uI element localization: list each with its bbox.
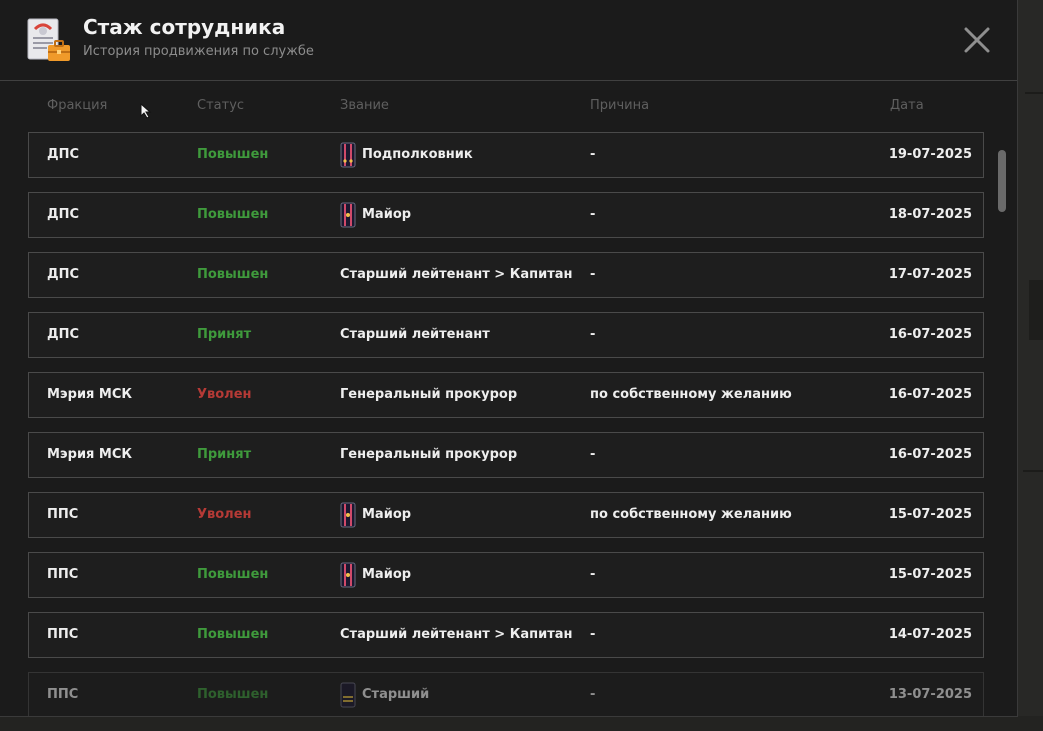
rank-label: Майор bbox=[362, 207, 412, 222]
status-cell: Повышен bbox=[197, 207, 269, 222]
table-row: ППС Повышен - 13-07-2025 Старший bbox=[28, 672, 984, 716]
rank-label: Старший bbox=[362, 687, 430, 702]
status-cell: Повышен bbox=[197, 627, 269, 642]
reason-cell: - bbox=[590, 267, 596, 282]
table-row: ДПС Повышен - 18-07-2025 Майор bbox=[28, 192, 984, 238]
window-subtitle: История продвижения по службе bbox=[83, 44, 314, 59]
status-cell: Уволен bbox=[197, 387, 252, 402]
table-row: ДПС Повышен - 19-07-2025 Подполковник bbox=[28, 132, 984, 178]
rank-label: Генеральный прокурор bbox=[340, 447, 518, 462]
rank-cell: Старший bbox=[340, 673, 430, 716]
backdrop-detail bbox=[1025, 92, 1043, 94]
rank-label: Старший лейтенант > Капитан bbox=[340, 627, 573, 642]
table-row: ППС Уволен по собственному желанию 15-07-20… bbox=[28, 492, 984, 538]
date-cell: 16-07-2025 bbox=[888, 387, 972, 402]
rank-label: Подполковник bbox=[362, 147, 473, 162]
reason-cell: - bbox=[590, 207, 596, 222]
shoulder-strap-icon bbox=[340, 202, 356, 228]
table-row: Мэрия МСК Уволен по собственному желанию 16… bbox=[28, 372, 984, 418]
date-cell: 15-07-2025 bbox=[888, 567, 972, 582]
rank-cell: Старший лейтенант bbox=[340, 313, 490, 357]
rank-label: Генеральный прокурор bbox=[340, 387, 518, 402]
faction-cell: ППС bbox=[47, 567, 79, 582]
reason-cell: - bbox=[590, 447, 596, 462]
rank-cell: Майор bbox=[340, 493, 411, 537]
table-row: ДПС Принят - 16-07-2025 Старший лейтенант bbox=[28, 312, 984, 358]
mouse-cursor-icon bbox=[140, 103, 152, 119]
window-header: Стаж сотрудника История продвижения по с… bbox=[0, 0, 1017, 81]
faction-cell: Мэрия МСК bbox=[47, 387, 133, 402]
table-row: ДПС Повышен - 17-07-2025 Старший лейтенант >… bbox=[28, 252, 984, 298]
backdrop-detail bbox=[1029, 280, 1043, 340]
table-row: ППС Повышен - 14-07-2025 Старший лейтенант >… bbox=[28, 612, 984, 658]
scrollbar-thumb[interactable] bbox=[998, 150, 1006, 212]
faction-cell: ППС bbox=[47, 627, 79, 642]
employee-tenure-window: Стаж сотрудника История продвижения по с… bbox=[0, 0, 1018, 717]
status-cell: Уволен bbox=[197, 507, 252, 522]
faction-cell: Мэрия МСК bbox=[47, 447, 133, 462]
status-cell: Повышен bbox=[197, 567, 269, 582]
backdrop-detail bbox=[1023, 470, 1043, 472]
shoulder-strap-icon bbox=[340, 502, 356, 528]
faction-cell: ДПС bbox=[47, 207, 79, 222]
status-cell: Повышен bbox=[197, 267, 269, 282]
date-cell: 18-07-2025 bbox=[888, 207, 972, 222]
faction-cell: ДПС bbox=[47, 327, 79, 342]
column-header-status: Статус bbox=[197, 98, 245, 113]
rank-label: Майор bbox=[362, 567, 412, 582]
rank-cell: Старший лейтенант > Капитан bbox=[340, 253, 573, 297]
faction-cell: ППС bbox=[47, 687, 79, 702]
close-icon[interactable] bbox=[962, 25, 992, 55]
reason-cell: по собственному желанию bbox=[590, 387, 792, 402]
column-header-faction: Фракция bbox=[47, 98, 108, 113]
window-title: Стаж сотрудника bbox=[83, 15, 286, 39]
reason-cell: - bbox=[590, 687, 596, 702]
date-cell: 14-07-2025 bbox=[888, 627, 972, 642]
document-briefcase-icon bbox=[27, 18, 70, 61]
shoulder-strap-icon bbox=[340, 142, 356, 168]
reason-cell: - bbox=[590, 627, 596, 642]
date-cell: 16-07-2025 bbox=[888, 327, 972, 342]
rank-label: Старший лейтенант > Капитан bbox=[340, 267, 573, 282]
rank-label: Майор bbox=[362, 507, 412, 522]
rank-cell: Генеральный прокурор bbox=[340, 433, 517, 477]
date-cell: 19-07-2025 bbox=[888, 147, 972, 162]
faction-cell: ДПС bbox=[47, 147, 79, 162]
column-header-rank: Звание bbox=[340, 98, 389, 113]
game-backdrop bbox=[1017, 0, 1043, 731]
date-cell: 13-07-2025 bbox=[888, 687, 972, 702]
rank-cell: Старший лейтенант > Капитан bbox=[340, 613, 573, 657]
column-header-date: Дата bbox=[890, 98, 924, 113]
table-row: ППС Повышен - 15-07-2025 Майор bbox=[28, 552, 984, 598]
date-cell: 16-07-2025 bbox=[888, 447, 972, 462]
reason-cell: - bbox=[590, 327, 596, 342]
rank-cell: Подполковник bbox=[340, 133, 473, 177]
rank-cell: Генеральный прокурор bbox=[340, 373, 517, 417]
status-cell: Принят bbox=[197, 447, 252, 462]
faction-cell: ДПС bbox=[47, 267, 79, 282]
game-backdrop-bottom bbox=[0, 716, 1043, 731]
status-cell: Повышен bbox=[197, 687, 269, 702]
reason-cell: по собственному желанию bbox=[590, 507, 792, 522]
date-cell: 15-07-2025 bbox=[888, 507, 972, 522]
date-cell: 17-07-2025 bbox=[888, 267, 972, 282]
rank-cell: Майор bbox=[340, 553, 411, 597]
shoulder-strap-icon bbox=[340, 682, 356, 708]
rank-label: Старший лейтенант bbox=[340, 327, 490, 342]
column-header-reason: Причина bbox=[590, 98, 650, 113]
status-cell: Повышен bbox=[197, 147, 269, 162]
shoulder-strap-icon bbox=[340, 562, 356, 588]
rank-cell: Майор bbox=[340, 193, 411, 237]
status-cell: Принят bbox=[197, 327, 252, 342]
reason-cell: - bbox=[590, 147, 596, 162]
faction-cell: ППС bbox=[47, 507, 79, 522]
table-row: Мэрия МСК Принят - 16-07-2025 Генеральный пр… bbox=[28, 432, 984, 478]
reason-cell: - bbox=[590, 567, 596, 582]
